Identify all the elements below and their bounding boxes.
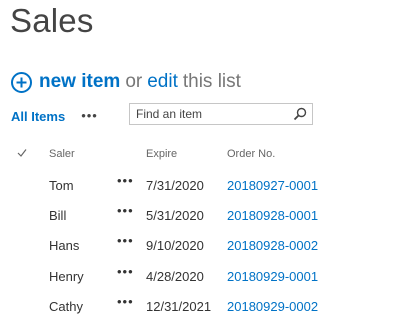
- item-menu-icon[interactable]: •••: [117, 294, 134, 309]
- page-title: Sales: [10, 2, 94, 39]
- column-header-saler[interactable]: Saler: [49, 148, 75, 160]
- search-box: [129, 103, 313, 125]
- search-input[interactable]: [136, 106, 286, 122]
- add-circle-icon[interactable]: [11, 71, 32, 93]
- cell-expire: 9/10/2020: [146, 238, 204, 253]
- table-row[interactable]: Henry ••• 4/28/2020 20180929-0001: [0, 263, 408, 291]
- item-menu-icon[interactable]: •••: [117, 264, 134, 279]
- cell-saler: Bill: [49, 208, 67, 223]
- table-row[interactable]: Hans ••• 9/10/2020 20180928-0002: [0, 232, 408, 260]
- table-row[interactable]: Tom ••• 7/31/2020 20180927-0001: [0, 172, 408, 200]
- item-menu-icon[interactable]: •••: [117, 173, 134, 188]
- cell-order-no-link[interactable]: 20180927-0001: [227, 178, 318, 193]
- cell-expire: 12/31/2021: [146, 299, 212, 314]
- cell-saler: Cathy: [49, 299, 83, 314]
- select-all-check-icon[interactable]: [17, 148, 27, 161]
- cell-saler: Henry: [49, 269, 84, 284]
- command-bar: new item or edit this list: [11, 70, 241, 94]
- view-selector: All Items •••: [11, 107, 98, 125]
- or-text: or: [125, 71, 143, 92]
- cell-saler: Tom: [49, 178, 74, 193]
- edit-link[interactable]: edit: [147, 71, 178, 93]
- cell-expire: 4/28/2020: [146, 269, 204, 284]
- cell-expire: 7/31/2020: [146, 178, 204, 193]
- column-header-expire[interactable]: Expire: [146, 148, 177, 160]
- cell-order-no-link[interactable]: 20180929-0001: [227, 269, 318, 284]
- table-row[interactable]: Cathy ••• 12/31/2021 20180929-0002: [0, 293, 408, 321]
- new-item-link[interactable]: new item: [39, 71, 120, 93]
- list-header: Saler Expire Order No.: [0, 146, 408, 164]
- cell-order-no-link[interactable]: 20180929-0002: [227, 299, 318, 314]
- table-row[interactable]: Bill ••• 5/31/2020 20180928-0001: [0, 202, 408, 230]
- cell-expire: 5/31/2020: [146, 208, 204, 223]
- search-icon[interactable]: [293, 107, 307, 126]
- this-list-text: this list: [182, 71, 241, 92]
- view-all-items[interactable]: All Items: [11, 109, 65, 124]
- cell-order-no-link[interactable]: 20180928-0001: [227, 208, 318, 223]
- cell-order-no-link[interactable]: 20180928-0002: [227, 238, 318, 253]
- cell-saler: Hans: [49, 238, 80, 253]
- more-views-icon[interactable]: •••: [81, 109, 98, 122]
- item-menu-icon[interactable]: •••: [117, 233, 134, 248]
- column-header-order-no[interactable]: Order No.: [227, 148, 275, 160]
- item-menu-icon[interactable]: •••: [117, 203, 134, 218]
